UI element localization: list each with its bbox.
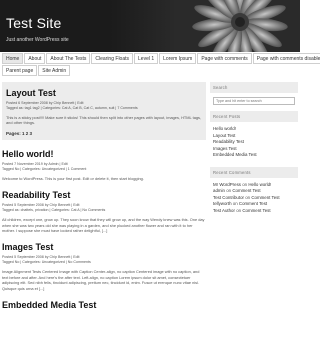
post-tags: Tagged No | Categories: Uncategorized | … [2,166,87,171]
post: Readability Test Posted 5 September 2008… [2,190,206,233]
recent-comment: Test Author on Comment Test [213,208,295,215]
post-excerpt: All children, except one, grow up. They … [2,217,205,234]
comment-post-link[interactable]: Comment Test [242,208,270,213]
post-tags: Tagged as: chattels, privation | Categor… [2,208,106,213]
nav-item-about[interactable]: About [24,53,46,64]
site-header: Test Site Just another WordPress site [0,0,300,52]
comment-author[interactable]: Test Contributor [213,195,244,200]
post-excerpt: Image Alignment Tests Centered Image wit… [2,269,200,291]
comment-post-link[interactable]: Hello world! [248,182,271,187]
comment-post-link[interactable]: Comment Test [251,195,279,200]
comment-on: on [236,207,242,213]
post-pagination[interactable]: Pages: 1 2 3 [6,131,202,136]
post-title[interactable]: Layout Test [6,88,202,98]
comment-post-link[interactable]: Comment Test [239,201,267,206]
site-description: Just another WordPress site [6,37,69,43]
post-excerpt: Welcome to WordPress. This is your first… [2,175,144,181]
nav-item-about-the-tests[interactable]: About The Tests [46,53,91,64]
nav-item-clearing-floats[interactable]: Clearing Floats [91,53,134,64]
nav-item-level-1[interactable]: Level 1 [134,53,159,64]
comment-on: on [226,188,232,193]
post-title[interactable]: Readability Test [2,190,206,200]
nav-item-page-comments-disabled[interactable]: Page with comments disabled [252,53,320,64]
recent-comments-heading: Recent Comments [210,166,298,178]
comment-author[interactable]: tellyworth [213,201,232,206]
post: Hello world! Posted 7 November 2019 by A… [2,149,206,181]
nav-item-home[interactable]: Home [2,53,24,64]
post-title[interactable]: Embedded Media Test [2,300,206,310]
post: Embedded Media Test [2,300,206,310]
sticky-post: Layout Test Posted 6 September 2008 by C… [2,82,206,140]
post: Images Test Posted 5 September 2008 by C… [2,242,206,291]
post-tags: Tagged as: tag1 tag2 | Categories: Cat A… [6,106,138,110]
recent-posts-heading: Recent Posts [210,111,298,122]
recent-comments-list: Mr WordPress on Hello world! admin on Co… [213,182,295,215]
comment-post-link[interactable]: Comment Test [232,188,260,193]
nav-row-1: Home About About The Tests Clearing Floa… [2,53,320,64]
comment-author[interactable]: Test Author [213,208,235,213]
recent-posts-list: Hello world! Layout Test Readability Tes… [213,126,295,159]
nav-item-page-with-comments[interactable]: Page with comments [197,53,252,64]
comment-author[interactable]: Mr WordPress [213,182,241,187]
recent-post-link[interactable]: Embedded Media Test [213,152,295,159]
nav-row-2: Parent page Site Admin [2,65,298,76]
comment-author[interactable]: admin [213,188,225,193]
comment-on: on [245,194,251,200]
comment-on: on [242,181,248,187]
post-title[interactable]: Hello world! [2,149,206,159]
post-title[interactable]: Images Test [2,242,206,252]
nav-item-site-admin[interactable]: Site Admin [38,65,71,76]
comment-on: on [232,201,238,206]
search-widget-heading: Search [210,82,298,93]
post-tags: Tagged No | Categories: Uncategorized | … [2,260,91,265]
main-navigation: Home About About The Tests Clearing Floa… [2,53,320,77]
nav-item-parent-page[interactable]: Parent page [2,65,38,76]
site-title[interactable]: Test Site [6,15,62,31]
post-excerpt: This is a sticky post!!!! Make sure it s… [6,115,202,126]
main-content: Layout Test Posted 6 September 2008 by C… [2,82,206,319]
sidebar: Search Recent Posts Hello world! Layout … [210,82,298,222]
nav-item-lorem-ipsum[interactable]: Lorem Ipsum [159,53,197,64]
flower-header-image [110,0,300,52]
search-input[interactable] [213,97,295,105]
